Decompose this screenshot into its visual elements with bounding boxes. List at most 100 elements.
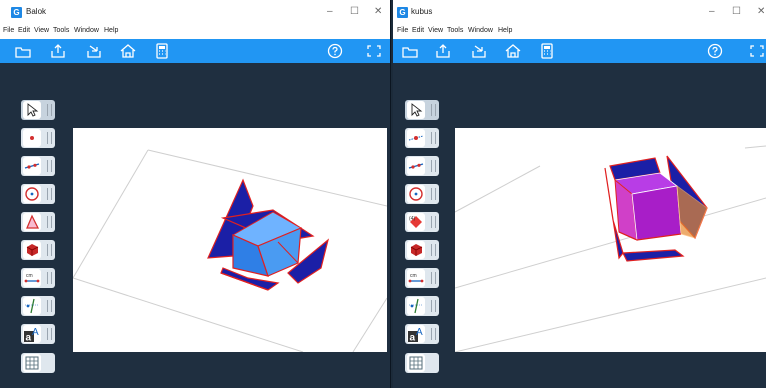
table-icon — [23, 354, 41, 372]
cube-net[interactable] — [604, 155, 708, 262]
tool-text[interactable]: aA — [21, 324, 55, 344]
tool-grip[interactable] — [431, 104, 436, 116]
graphics-view-3d[interactable] — [73, 128, 387, 352]
export-icon[interactable] — [49, 42, 67, 60]
menu-file[interactable]: File — [3, 27, 14, 34]
circle-icon — [23, 185, 41, 203]
tool-circle[interactable] — [405, 184, 439, 204]
tool-polygon[interactable] — [21, 212, 55, 232]
triangle-icon — [23, 213, 41, 231]
calculator-icon[interactable] — [153, 42, 171, 60]
menu-bar: File Edit View Tools Window Help — [393, 26, 766, 39]
maximize-button[interactable]: ☐ — [350, 6, 359, 18]
home-icon[interactable] — [504, 42, 522, 60]
tool-solid[interactable] — [405, 240, 439, 260]
tool-line[interactable] — [21, 156, 55, 176]
cursor-icon — [23, 101, 41, 119]
tool-point[interactable] — [21, 128, 55, 148]
perpendicular-line-icon — [23, 297, 41, 315]
plane-edge — [455, 277, 766, 352]
fullscreen-icon[interactable] — [365, 42, 383, 60]
fullscreen-icon[interactable] — [748, 42, 766, 60]
svg-text:cm: cm — [26, 273, 33, 279]
menu-help[interactable]: Help — [498, 27, 512, 34]
share-icon[interactable] — [470, 42, 488, 60]
tool-move[interactable] — [405, 100, 439, 120]
close-button[interactable]: ✕ — [757, 6, 765, 18]
3d-scene — [73, 149, 387, 352]
circle-icon — [407, 185, 425, 203]
tool-grip[interactable] — [431, 216, 436, 228]
plane-edge — [455, 165, 541, 213]
tool-solid[interactable] — [21, 240, 55, 260]
maximize-button[interactable]: ☐ — [732, 6, 741, 18]
svg-text:a: a — [410, 333, 416, 344]
tool-distance[interactable]: cm — [21, 268, 55, 288]
home-icon[interactable] — [119, 42, 137, 60]
tool-line[interactable] — [405, 156, 439, 176]
tool-grip[interactable] — [431, 160, 436, 172]
tool-grip[interactable] — [47, 272, 52, 284]
open-file-icon[interactable] — [401, 42, 419, 60]
menu-edit[interactable]: Edit — [412, 27, 424, 34]
tool-grip[interactable] — [47, 132, 52, 144]
main-toolbar — [393, 39, 766, 63]
menu-view[interactable]: View — [428, 27, 443, 34]
menu-tools[interactable]: Tools — [53, 27, 69, 34]
line-icon — [23, 157, 41, 175]
tool-grip[interactable] — [431, 244, 436, 256]
perpendicular-line-icon — [407, 297, 425, 315]
tool-grip[interactable] — [47, 216, 52, 228]
close-button[interactable]: ✕ — [374, 6, 382, 18]
calculator-icon[interactable] — [538, 42, 556, 60]
tool-perpendicular[interactable] — [405, 296, 439, 316]
tool-point[interactable] — [405, 128, 439, 148]
minimize-button[interactable]: – — [709, 6, 715, 18]
tool-grip[interactable] — [47, 188, 52, 200]
cuboid-net[interactable] — [207, 178, 330, 291]
tool-move[interactable] — [21, 100, 55, 120]
tool-polygon[interactable]: (4) — [405, 212, 439, 232]
export-icon[interactable] — [434, 42, 452, 60]
tool-grip[interactable] — [431, 272, 436, 284]
cube-icon — [23, 241, 41, 259]
tool-grip[interactable] — [431, 132, 436, 144]
help-icon[interactable] — [326, 42, 344, 60]
geogebra-window-balok: G Balok – ☐ ✕ File Edit View Tools Windo… — [0, 0, 391, 388]
tool-text[interactable]: aA — [405, 324, 439, 344]
3d-scene — [455, 145, 766, 352]
menu-bar: File Edit View Tools Window Help — [0, 26, 390, 39]
menu-help[interactable]: Help — [104, 27, 118, 34]
tool-grip[interactable] — [47, 104, 52, 116]
help-icon[interactable] — [706, 42, 724, 60]
tool-table[interactable] — [405, 353, 439, 373]
tool-grip[interactable] — [431, 328, 436, 340]
tool-perpendicular[interactable] — [21, 296, 55, 316]
open-file-icon[interactable] — [14, 42, 32, 60]
tool-grip[interactable] — [431, 188, 436, 200]
point-icon — [407, 129, 425, 147]
tool-grip[interactable] — [431, 300, 436, 312]
svg-text:(4): (4) — [409, 216, 415, 222]
tool-grip[interactable] — [47, 328, 52, 340]
menu-edit[interactable]: Edit — [18, 27, 30, 34]
svg-text:a: a — [26, 333, 32, 344]
tool-table[interactable] — [21, 353, 55, 373]
app-icon: G — [11, 7, 22, 18]
menu-window[interactable]: Window — [74, 27, 99, 34]
menu-window[interactable]: Window — [468, 27, 493, 34]
minimize-button[interactable]: – — [327, 6, 333, 18]
tool-grip[interactable] — [47, 244, 52, 256]
tool-circle[interactable] — [21, 184, 55, 204]
plane-edge — [455, 197, 766, 289]
menu-tools[interactable]: Tools — [447, 27, 463, 34]
share-icon[interactable] — [85, 42, 103, 60]
title-bar: G kubus – ☐ ✕ — [393, 0, 766, 26]
ruler-icon: cm — [23, 269, 41, 287]
menu-file[interactable]: File — [397, 27, 408, 34]
tool-distance[interactable]: cm — [405, 268, 439, 288]
graphics-view-3d[interactable] — [455, 128, 766, 352]
menu-view[interactable]: View — [34, 27, 49, 34]
tool-grip[interactable] — [47, 300, 52, 312]
tool-grip[interactable] — [47, 160, 52, 172]
